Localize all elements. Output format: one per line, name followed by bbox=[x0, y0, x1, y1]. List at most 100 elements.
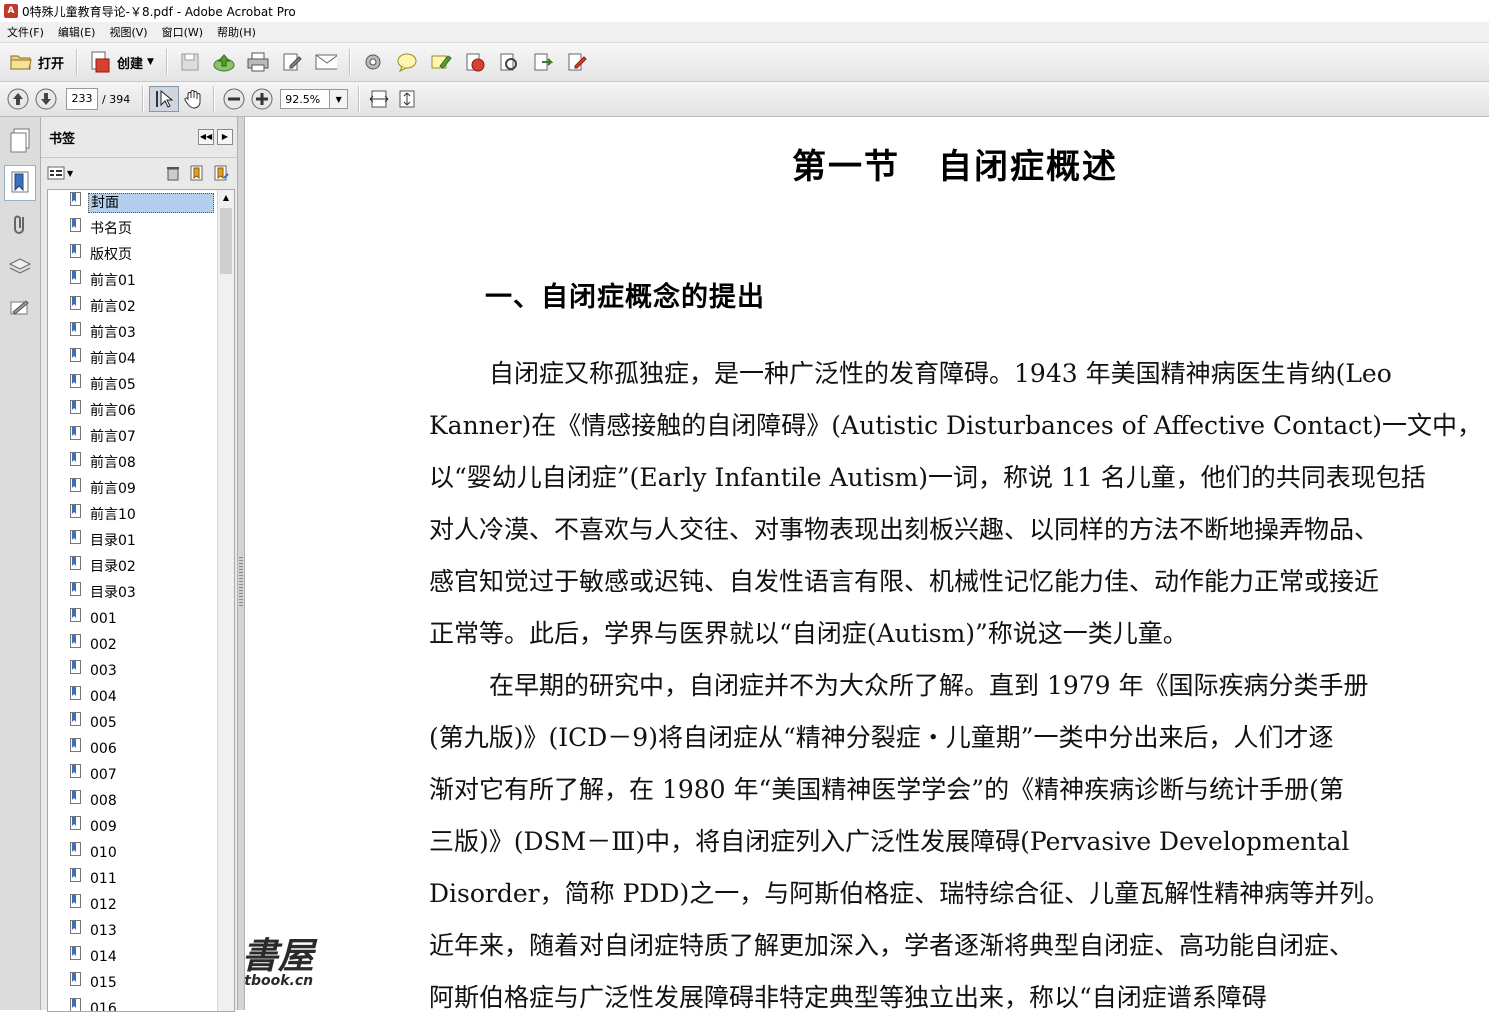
bookmark-options-button[interactable]: ▼ bbox=[47, 166, 73, 180]
bookmark-item[interactable]: 前言08 bbox=[48, 450, 234, 476]
pages-icon bbox=[10, 128, 30, 153]
layers-icon bbox=[8, 258, 32, 274]
bookmark-item[interactable]: 011 bbox=[48, 866, 234, 892]
bookmark-icon bbox=[70, 270, 81, 284]
panel-splitter[interactable] bbox=[237, 117, 245, 1010]
document-view[interactable]: 第一节 自闭症概述 一、自闭症概念的提出 自闭症又称孤独症，是一种广泛性的发育障碍… bbox=[245, 117, 1489, 1010]
bookmark-item[interactable]: 013 bbox=[48, 918, 234, 944]
menu-help[interactable]: 帮助(H) bbox=[210, 24, 263, 40]
comment-button[interactable] bbox=[390, 48, 424, 76]
hand-tool-button[interactable] bbox=[179, 85, 207, 113]
delete-bookmark-button[interactable] bbox=[161, 162, 185, 184]
open-button[interactable]: 打开 bbox=[4, 48, 70, 76]
bookmark-item[interactable]: 015 bbox=[48, 970, 234, 996]
bookmark-item[interactable]: 目录03 bbox=[48, 580, 234, 606]
bookmark-item[interactable]: 001 bbox=[48, 606, 234, 632]
print-button[interactable] bbox=[241, 48, 275, 76]
menu-view[interactable]: 视图(V) bbox=[102, 24, 154, 40]
navigation-toolbar: 233 / 394 92.5% ▼ bbox=[0, 82, 1489, 117]
bookmark-label: 书名页 bbox=[90, 221, 132, 237]
page-thumbnails-button[interactable] bbox=[4, 123, 36, 159]
separator bbox=[142, 86, 144, 112]
bookmark-item[interactable]: 005 bbox=[48, 710, 234, 736]
bookmark-item[interactable]: 前言01 bbox=[48, 268, 234, 294]
bookmark-item[interactable]: 007 bbox=[48, 762, 234, 788]
previous-page-button[interactable] bbox=[4, 85, 32, 113]
sign-button[interactable] bbox=[492, 48, 526, 76]
bookmark-item[interactable]: 009 bbox=[48, 814, 234, 840]
bookmark-icon bbox=[70, 530, 81, 544]
fit-width-button[interactable] bbox=[365, 85, 393, 113]
zoom-in-button[interactable] bbox=[248, 85, 276, 113]
bookmark-item[interactable]: 前言04 bbox=[48, 346, 234, 372]
page-number-input[interactable]: 233 bbox=[66, 88, 98, 110]
window-title: 0特殊儿童教育导论-￥8.pdf - Adobe Acrobat Pro bbox=[22, 4, 296, 19]
scrollbar[interactable]: ▲ bbox=[217, 190, 234, 1011]
expand-bookmark-button[interactable] bbox=[209, 162, 233, 184]
scrollbar-thumb[interactable] bbox=[220, 208, 232, 274]
bookmark-item[interactable]: 前言05 bbox=[48, 372, 234, 398]
bookmark-item[interactable]: 002 bbox=[48, 632, 234, 658]
fit-page-button[interactable] bbox=[393, 85, 421, 113]
bookmark-item[interactable]: 003 bbox=[48, 658, 234, 684]
paragraph-line: Kanner)在《情感接触的自闭障碍》(Autistic Disturbance… bbox=[429, 411, 1482, 440]
signature-icon bbox=[10, 300, 29, 315]
bookmark-item[interactable]: 008 bbox=[48, 788, 234, 814]
menu-bar: 文件(F) 编辑(E) 视图(V) 窗口(W) 帮助(H) bbox=[0, 22, 1489, 43]
bookmark-item[interactable]: 目录02 bbox=[48, 554, 234, 580]
separator bbox=[348, 49, 350, 75]
scroll-up-icon[interactable]: ▲ bbox=[218, 190, 234, 206]
select-tool-button[interactable] bbox=[149, 86, 180, 112]
bookmark-label: 007 bbox=[90, 767, 117, 783]
collapse-panel-button[interactable]: ◀◀ bbox=[198, 129, 214, 145]
signatures-button[interactable] bbox=[4, 291, 36, 327]
bookmark-item[interactable]: 前言10 bbox=[48, 502, 234, 528]
edit-button[interactable] bbox=[275, 48, 309, 76]
email-button[interactable] bbox=[309, 48, 343, 76]
bookmark-item[interactable]: 010 bbox=[48, 840, 234, 866]
attachments-button[interactable] bbox=[4, 207, 36, 243]
export-button[interactable] bbox=[526, 48, 560, 76]
bookmark-item[interactable]: 前言07 bbox=[48, 424, 234, 450]
bookmark-item[interactable]: 版权页 bbox=[48, 242, 234, 268]
zoom-select[interactable]: 92.5% ▼ bbox=[280, 89, 349, 109]
bookmark-label: 目录03 bbox=[90, 585, 136, 601]
bookmark-item[interactable]: 前言02 bbox=[48, 294, 234, 320]
title-bar: A 0特殊儿童教育导论-￥8.pdf - Adobe Acrobat Pro bbox=[0, 0, 1489, 22]
form-button[interactable] bbox=[560, 48, 594, 76]
bookmark-item[interactable]: 014 bbox=[48, 944, 234, 970]
bookmark-item[interactable]: 012 bbox=[48, 892, 234, 918]
bookmark-item[interactable]: 前言03 bbox=[48, 320, 234, 346]
bookmark-item[interactable]: 封面 bbox=[48, 190, 234, 216]
settings-button[interactable] bbox=[356, 48, 390, 76]
new-bookmark-button[interactable] bbox=[185, 162, 209, 184]
zoom-out-button[interactable] bbox=[220, 85, 248, 113]
separator bbox=[358, 86, 360, 112]
bookmark-item[interactable]: 目录01 bbox=[48, 528, 234, 554]
save-button[interactable] bbox=[173, 48, 207, 76]
bookmarks-button[interactable] bbox=[4, 165, 36, 201]
upload-button[interactable] bbox=[207, 48, 241, 76]
chevron-down-icon[interactable]: ▼ bbox=[330, 89, 349, 109]
bookmark-item[interactable]: 前言06 bbox=[48, 398, 234, 424]
highlight-button[interactable] bbox=[424, 48, 458, 76]
bookmark-item[interactable]: 书名页 bbox=[48, 216, 234, 242]
layers-button[interactable] bbox=[4, 249, 36, 285]
menu-edit[interactable]: 编辑(E) bbox=[51, 24, 103, 40]
folder-icon bbox=[10, 51, 32, 73]
paragraph-line: (第九版)》(ICD－9)将自闭症从“精神分裂症・儿童期”一类中分出来后，人们才… bbox=[429, 723, 1334, 752]
menu-window[interactable]: 窗口(W) bbox=[155, 24, 210, 40]
next-page-button[interactable] bbox=[32, 85, 60, 113]
paragraph-line: 以“婴幼儿自闭症”(Early Infantile Autism)一词，称说 1… bbox=[429, 463, 1426, 492]
arrow-up-icon bbox=[7, 88, 29, 110]
bookmark-item[interactable]: 004 bbox=[48, 684, 234, 710]
create-button[interactable]: 创建 ▼ bbox=[83, 48, 160, 76]
chevron-down-icon: ▼ bbox=[67, 168, 74, 178]
bookmark-item[interactable]: 006 bbox=[48, 736, 234, 762]
secure-button[interactable] bbox=[458, 48, 492, 76]
menu-file[interactable]: 文件(F) bbox=[0, 24, 51, 40]
bookmark-item[interactable]: 前言09 bbox=[48, 476, 234, 502]
panel-options-button[interactable]: ▶ bbox=[217, 129, 233, 145]
zoom-input[interactable]: 92.5% bbox=[280, 89, 331, 109]
email-icon bbox=[315, 51, 337, 73]
